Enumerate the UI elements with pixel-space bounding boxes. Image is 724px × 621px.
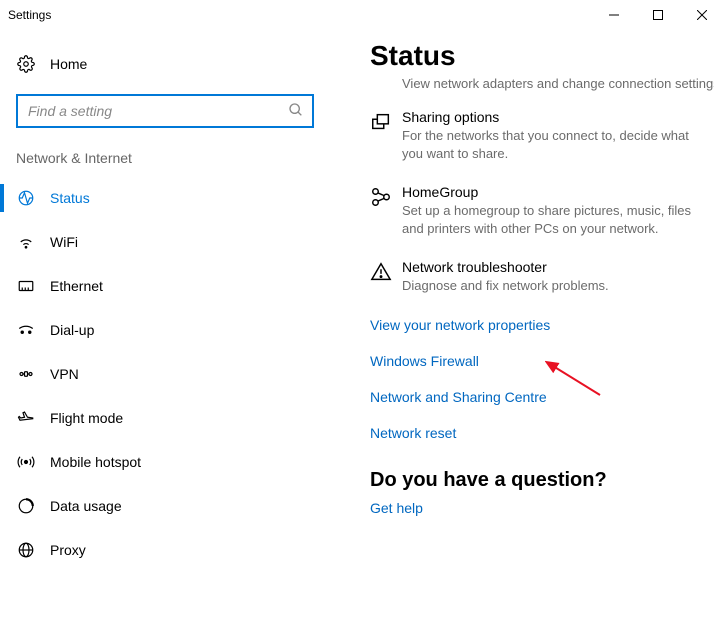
- sidebar-item-label: Dial-up: [50, 322, 94, 338]
- sharing-icon: [370, 109, 402, 162]
- ethernet-icon: [16, 277, 36, 295]
- window-title: Settings: [8, 8, 51, 22]
- block-sharing[interactable]: Sharing options For the networks that yo…: [370, 109, 714, 162]
- block-desc: Set up a homegroup to share pictures, mu…: [402, 202, 704, 237]
- sidebar-item-ethernet[interactable]: Ethernet: [0, 264, 330, 308]
- status-icon: [16, 189, 36, 207]
- warning-icon: [370, 259, 402, 295]
- sidebar: Home Network & Internet Status WiFi: [0, 30, 330, 621]
- sidebar-item-wifi[interactable]: WiFi: [0, 220, 330, 264]
- search-icon: [288, 102, 304, 118]
- vpn-icon: [16, 365, 36, 383]
- block-title: Sharing options: [402, 109, 704, 125]
- section-header: Network & Internet: [0, 150, 330, 176]
- search-input[interactable]: [16, 94, 314, 128]
- sidebar-item-dialup[interactable]: Dial-up: [0, 308, 330, 352]
- dialup-icon: [16, 321, 36, 339]
- cutoff-text: View network adapters and change connect…: [402, 76, 714, 91]
- sidebar-item-proxy[interactable]: Proxy: [0, 528, 330, 572]
- sidebar-item-label: Proxy: [50, 542, 86, 558]
- wifi-icon: [16, 233, 36, 251]
- sidebar-item-data[interactable]: Data usage: [0, 484, 330, 528]
- home-label: Home: [50, 56, 87, 72]
- window-controls: [592, 0, 724, 30]
- block-desc: For the networks that you connect to, de…: [402, 127, 704, 162]
- question-heading: Do you have a question?: [370, 469, 714, 492]
- main-panel: Status View network adapters and change …: [330, 30, 724, 621]
- hotspot-icon: [16, 453, 36, 471]
- block-homegroup[interactable]: HomeGroup Set up a homegroup to share pi…: [370, 184, 714, 237]
- sidebar-item-label: VPN: [50, 366, 79, 382]
- link-sharing-centre[interactable]: Network and Sharing Centre: [370, 389, 714, 405]
- block-troubleshooter[interactable]: Network troubleshooter Diagnose and fix …: [370, 259, 714, 295]
- maximize-button[interactable]: [636, 0, 680, 30]
- sidebar-item-label: WiFi: [50, 234, 78, 250]
- block-title: Network troubleshooter: [402, 259, 704, 275]
- gear-icon: [16, 55, 36, 73]
- block-desc: Diagnose and fix network problems.: [402, 277, 704, 295]
- search-wrap: [16, 94, 314, 128]
- sidebar-item-home[interactable]: Home: [0, 44, 330, 84]
- airplane-icon: [16, 409, 36, 427]
- block-title: HomeGroup: [402, 184, 704, 200]
- sidebar-item-hotspot[interactable]: Mobile hotspot: [0, 440, 330, 484]
- minimize-button[interactable]: [592, 0, 636, 30]
- sidebar-item-label: Data usage: [50, 498, 122, 514]
- sidebar-item-label: Status: [50, 190, 90, 206]
- sidebar-item-vpn[interactable]: VPN: [0, 352, 330, 396]
- sidebar-item-flight[interactable]: Flight mode: [0, 396, 330, 440]
- sidebar-item-label: Flight mode: [50, 410, 123, 426]
- link-network-properties[interactable]: View your network properties: [370, 317, 714, 333]
- titlebar: Settings: [0, 0, 724, 30]
- data-usage-icon: [16, 497, 36, 515]
- globe-icon: [16, 541, 36, 559]
- sidebar-item-label: Mobile hotspot: [50, 454, 141, 470]
- link-network-reset[interactable]: Network reset: [370, 425, 714, 441]
- sidebar-item-label: Ethernet: [50, 278, 103, 294]
- close-button[interactable]: [680, 0, 724, 30]
- page-title: Status: [370, 40, 714, 72]
- sidebar-item-status[interactable]: Status: [0, 176, 330, 220]
- link-firewall[interactable]: Windows Firewall: [370, 353, 714, 369]
- link-get-help[interactable]: Get help: [370, 500, 714, 516]
- homegroup-icon: [370, 184, 402, 237]
